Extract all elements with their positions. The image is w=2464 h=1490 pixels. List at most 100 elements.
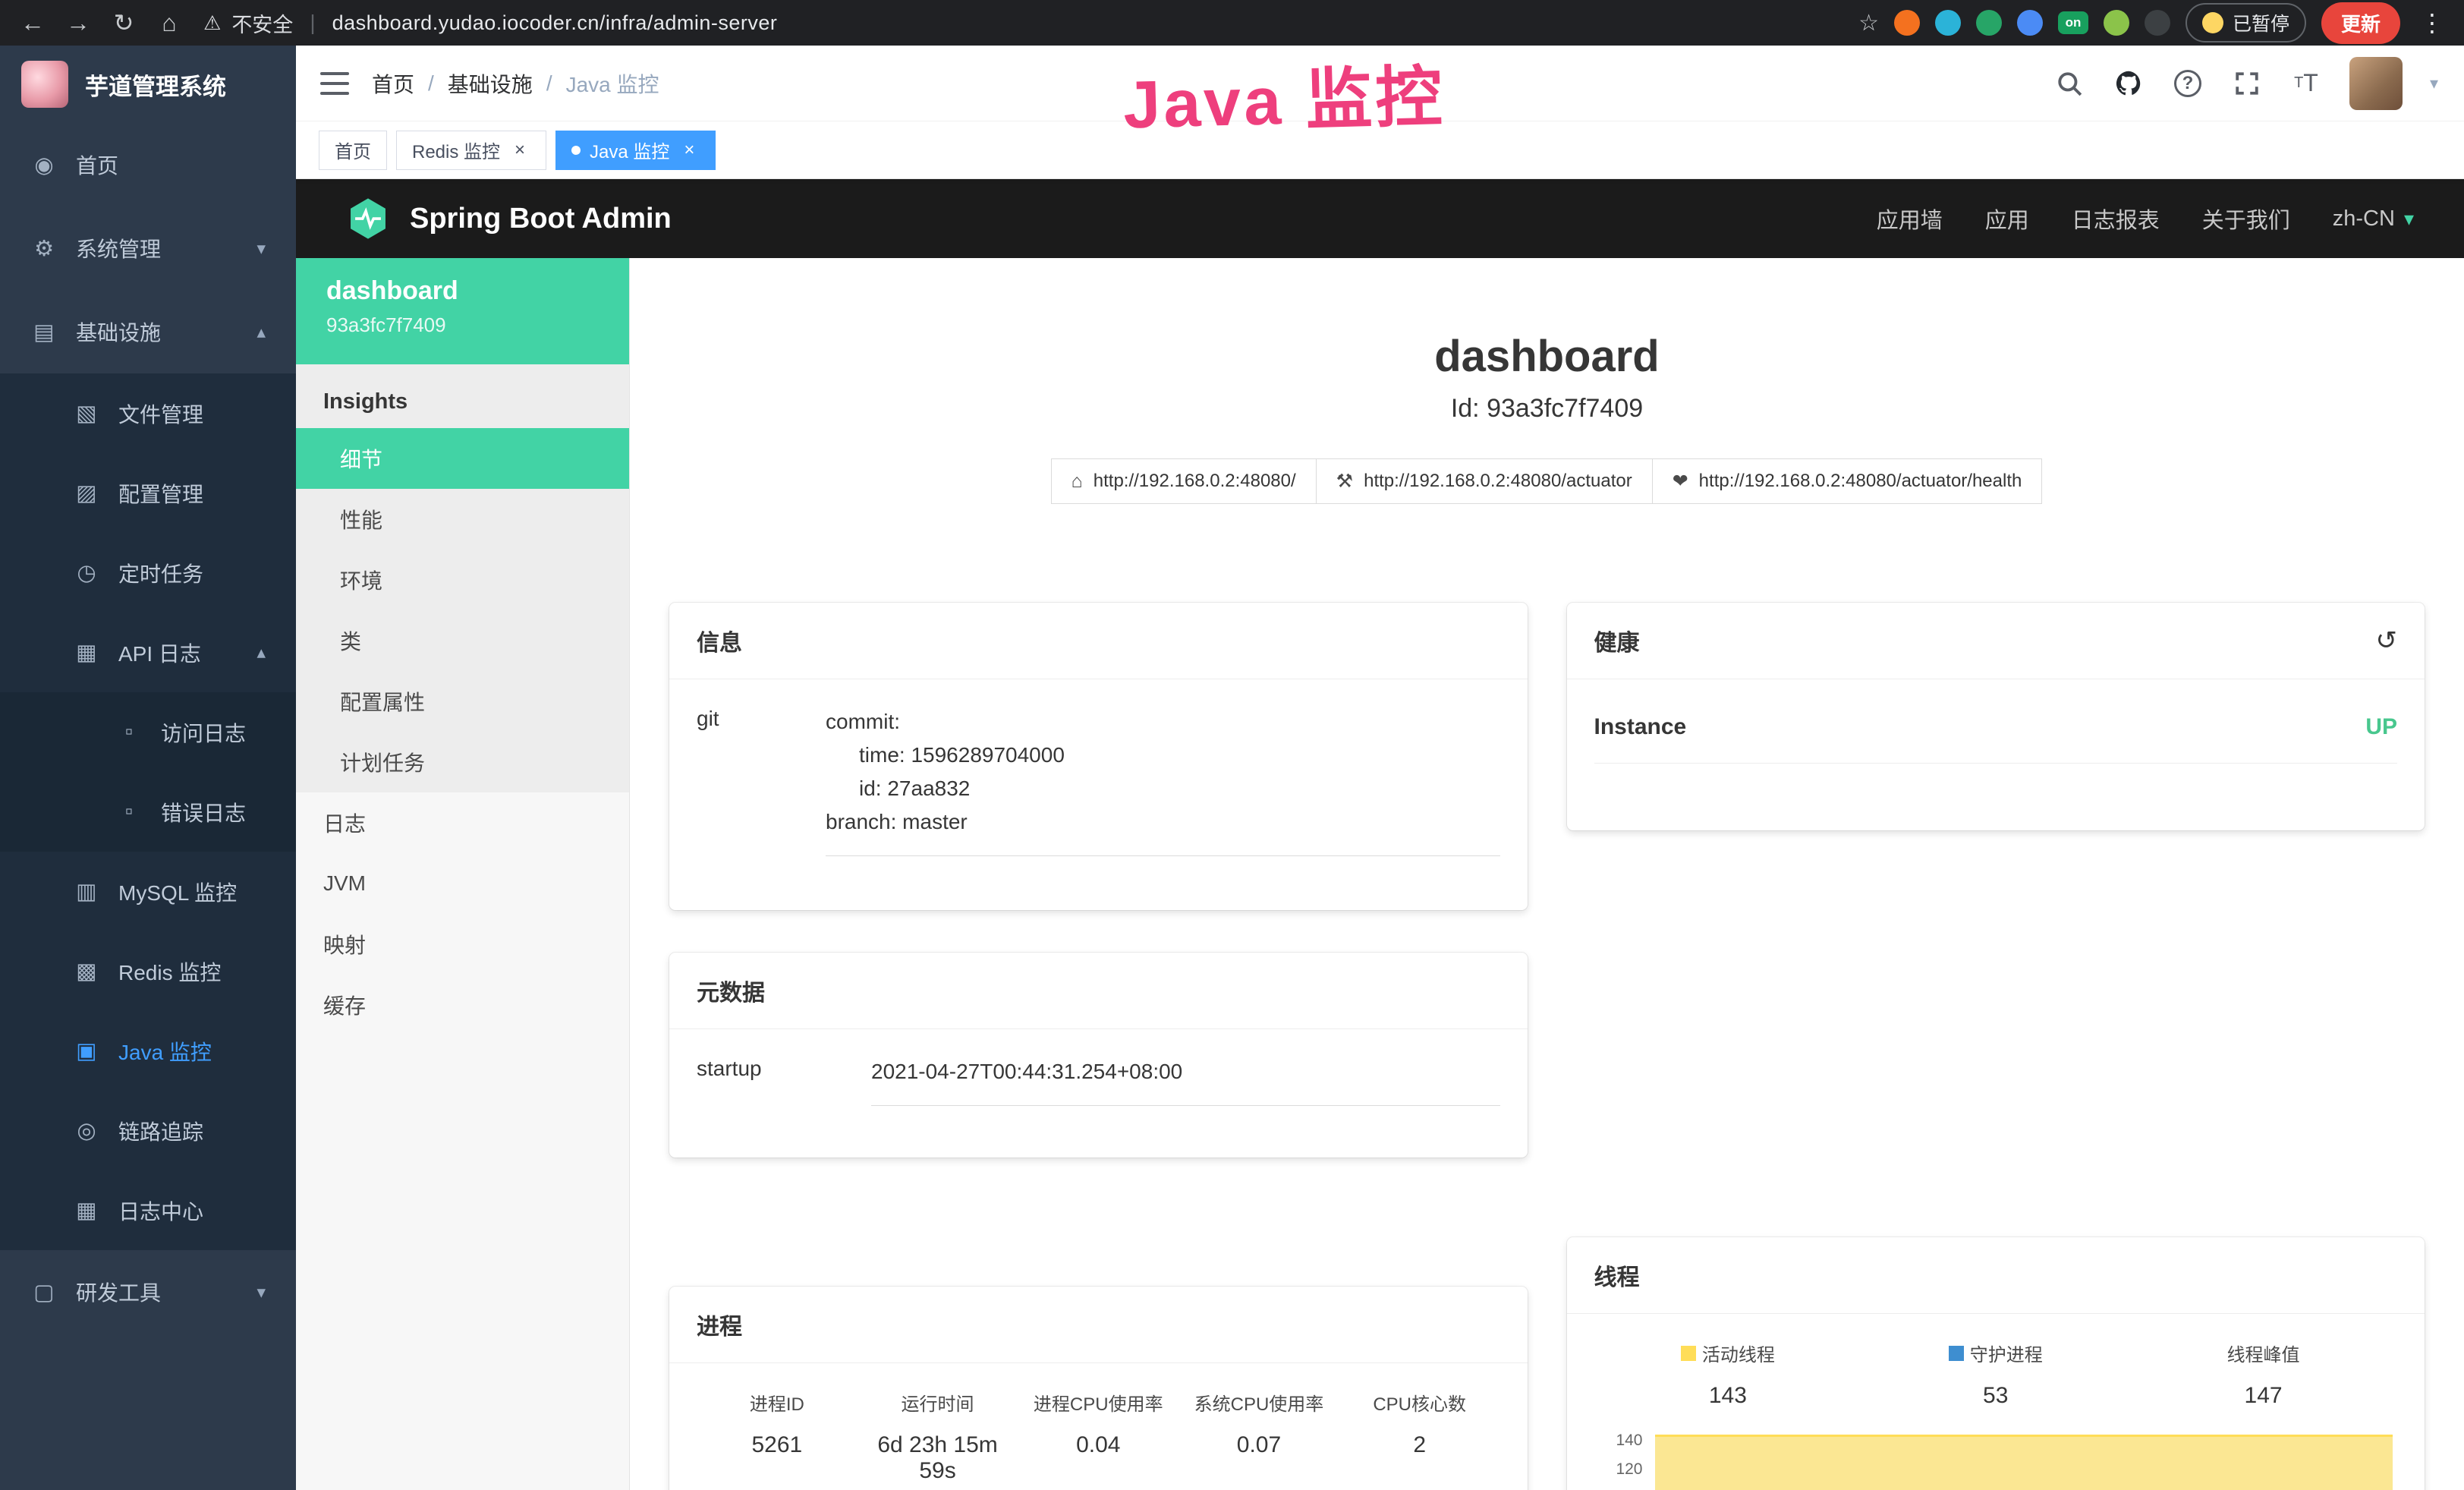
sidebar-item-file[interactable]: ▧ 文件管理 bbox=[0, 373, 296, 453]
extension-icon[interactable] bbox=[1935, 10, 1961, 36]
link-root[interactable]: ⌂ http://192.168.0.2:48080/ bbox=[1051, 458, 1317, 504]
app-logo-row[interactable]: 芋道管理系统 bbox=[0, 46, 296, 123]
sidebar-item-config[interactable]: ▨ 配置管理 bbox=[0, 453, 296, 533]
sidebar-label: Redis 监控 bbox=[118, 956, 266, 987]
font-size-small-t: T bbox=[2294, 74, 2303, 92]
sidebar-item-redis[interactable]: ▩ Redis 监控 bbox=[0, 931, 296, 1011]
browser-menu-icon[interactable]: ⋮ bbox=[2415, 8, 2449, 37]
sba-item-environment[interactable]: 环境 bbox=[296, 550, 629, 610]
browser-home-icon[interactable]: ⌂ bbox=[152, 5, 187, 40]
legend-value: 53 bbox=[1861, 1383, 2129, 1409]
sba-item-mappings[interactable]: 映射 bbox=[296, 914, 629, 975]
git-commit-line: commit: bbox=[826, 705, 1500, 739]
fullscreen-icon[interactable] bbox=[2231, 68, 2263, 99]
close-icon[interactable]: × bbox=[509, 140, 530, 161]
health-instance-row[interactable]: Instance UP bbox=[1594, 714, 2398, 764]
extensions-puzzle-icon[interactable] bbox=[2017, 10, 2043, 36]
font-size-icon[interactable]: TT bbox=[2290, 68, 2322, 99]
spring-boot-admin-logo bbox=[346, 197, 390, 241]
link-actuator[interactable]: ⚒ http://192.168.0.2:48080/actuator bbox=[1316, 458, 1653, 504]
sba-item-caches[interactable]: 缓存 bbox=[296, 975, 629, 1035]
sba-nav-journal[interactable]: 日志报表 bbox=[2072, 203, 2160, 235]
process-col-header: 进程CPU使用率 bbox=[1018, 1389, 1179, 1416]
app-title: 芋道管理系统 bbox=[85, 68, 226, 102]
sba-nav-wallboard[interactable]: 应用墙 bbox=[1877, 203, 1943, 235]
avatar-caret-icon[interactable]: ▾ bbox=[2430, 74, 2438, 93]
breadcrumb-separator: / bbox=[546, 71, 552, 96]
close-icon[interactable]: × bbox=[678, 140, 700, 161]
profile-paused-chip[interactable]: 已暂停 bbox=[2186, 3, 2306, 43]
sba-brand[interactable]: Spring Boot Admin bbox=[346, 197, 672, 241]
sidebar-item-devtools[interactable]: ▢ 研发工具 ▾ bbox=[0, 1250, 296, 1334]
browser-nav-buttons: ← → ↻ ⌂ bbox=[15, 5, 187, 40]
metadata-row: startup 2021-04-27T00:44:31.254+08:00 bbox=[697, 1055, 1500, 1106]
breadcrumb-home[interactable]: 首页 bbox=[372, 68, 414, 99]
tab-label: Redis 监控 bbox=[412, 137, 500, 163]
extension-icon[interactable] bbox=[1976, 10, 2002, 36]
sba-item-scheduled[interactable]: 计划任务 bbox=[296, 732, 629, 792]
sidebar-item-access-log[interactable]: ▫ 访问日志 bbox=[0, 692, 296, 772]
process-col-header: 系统CPU使用率 bbox=[1179, 1389, 1339, 1416]
extension-icon[interactable] bbox=[1894, 10, 1920, 36]
sidebar-item-job[interactable]: ◷ 定时任务 bbox=[0, 533, 296, 613]
health-card: 健康 ↺ Instance UP bbox=[1567, 603, 2425, 830]
vpn-on-badge[interactable]: on bbox=[2058, 11, 2088, 34]
github-icon[interactable] bbox=[2113, 68, 2145, 99]
search-icon[interactable] bbox=[2053, 68, 2085, 99]
process-col-value: 0.04 bbox=[1018, 1432, 1179, 1458]
link-health[interactable]: ❤ http://192.168.0.2:48080/actuator/heal… bbox=[1652, 458, 2043, 504]
sba-item-configprops[interactable]: 配置属性 bbox=[296, 671, 629, 732]
help-icon[interactable]: ? bbox=[2172, 68, 2204, 99]
reload-icon[interactable]: ↻ bbox=[106, 5, 141, 40]
home-icon: ⌂ bbox=[1072, 471, 1083, 493]
tab-home[interactable]: 首页 bbox=[319, 131, 387, 170]
process-col: 进程ID 5261 bbox=[697, 1389, 858, 1484]
sidebar-item-infra[interactable]: ▤ 基础设施 ▴ bbox=[0, 290, 296, 373]
cards-grid: 信息 git commit: time: 1596289704000 id: 2… bbox=[630, 603, 2464, 1490]
sidebar-label: API 日志 bbox=[118, 638, 238, 668]
sidebar-label: Java 监控 bbox=[118, 1036, 266, 1066]
forward-icon[interactable]: → bbox=[61, 5, 96, 40]
sidebar-item-java[interactable]: ▣ Java 监控 bbox=[0, 1011, 296, 1091]
sidebar-item-error-log[interactable]: ▫ 错误日志 bbox=[0, 772, 296, 852]
metadata-value: 2021-04-27T00:44:31.254+08:00 bbox=[871, 1055, 1500, 1106]
sba-item-classes[interactable]: 类 bbox=[296, 610, 629, 671]
instance-header[interactable]: dashboard 93a3fc7f7409 bbox=[296, 258, 629, 364]
user-avatar[interactable] bbox=[2349, 57, 2403, 110]
address-bar[interactable]: ⚠ 不安全 | dashboard.yudao.iocoder.cn/infra… bbox=[203, 8, 1858, 38]
metadata-card-title: 元数据 bbox=[669, 953, 1528, 1029]
bookmark-star-icon[interactable]: ☆ bbox=[1858, 10, 1879, 36]
hamburger-icon[interactable] bbox=[320, 72, 349, 95]
sba-nav-applications[interactable]: 应用 bbox=[1985, 203, 2029, 235]
sidebar-label: 研发工具 bbox=[76, 1277, 238, 1307]
sba-item-performance[interactable]: 性能 bbox=[296, 489, 629, 550]
sidebar-item-log-center[interactable]: ▦ 日志中心 bbox=[0, 1170, 296, 1250]
status-badge: UP bbox=[2365, 714, 2397, 740]
sba-nav-about[interactable]: 关于我们 bbox=[2202, 203, 2290, 235]
sidebar-item-system[interactable]: ⚙ 系统管理 ▾ bbox=[0, 206, 296, 290]
sidebar-item-home[interactable]: ◉ 首页 bbox=[0, 123, 296, 206]
threads-legend: 活动线程 143 守护进程 53 bbox=[1594, 1340, 2398, 1409]
box-icon: ▢ bbox=[30, 1279, 58, 1306]
sba-locale-select[interactable]: zh-CN ▾ bbox=[2333, 206, 2414, 232]
paused-label: 已暂停 bbox=[2233, 9, 2289, 36]
sba-item-jvm[interactable]: JVM bbox=[296, 853, 629, 914]
chevron-up-icon: ▴ bbox=[256, 642, 266, 663]
tab-redis[interactable]: Redis 监控 × bbox=[396, 131, 546, 170]
breadcrumb: 首页 / 基础设施 / Java 监控 bbox=[372, 68, 659, 99]
history-icon[interactable]: ↺ bbox=[2376, 625, 2398, 656]
extension-icon[interactable] bbox=[2104, 10, 2129, 36]
tab-java[interactable]: Java 监控 × bbox=[555, 131, 716, 170]
sba-item-details[interactable]: 细节 bbox=[296, 428, 629, 489]
sidebar-item-mysql[interactable]: ▥ MySQL 监控 bbox=[0, 852, 296, 931]
back-icon[interactable]: ← bbox=[15, 5, 50, 40]
wrench-icon: ⚒ bbox=[1336, 470, 1353, 493]
update-button[interactable]: 更新 bbox=[2321, 2, 2400, 44]
file-icon: ▧ bbox=[73, 400, 100, 427]
sba-item-logs[interactable]: 日志 bbox=[296, 792, 629, 853]
extension-icon[interactable] bbox=[2145, 10, 2170, 36]
sidebar-label: 文件管理 bbox=[118, 398, 266, 429]
breadcrumb-section[interactable]: 基础设施 bbox=[448, 68, 533, 99]
sidebar-item-api-log[interactable]: ▦ API 日志 ▴ bbox=[0, 613, 296, 692]
sidebar-item-trace[interactable]: ◎ 链路追踪 bbox=[0, 1091, 296, 1170]
